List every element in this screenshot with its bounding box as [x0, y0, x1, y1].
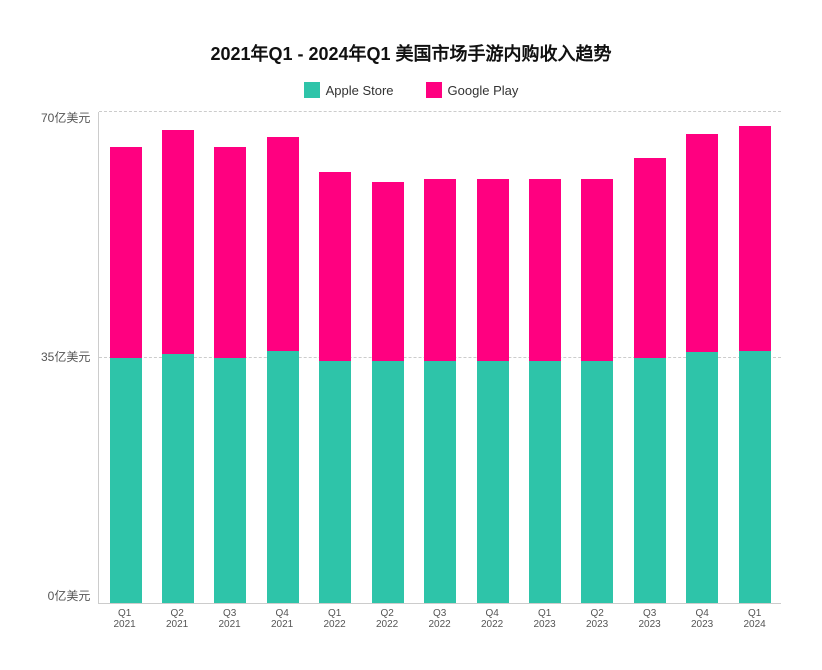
bar-apple-store [686, 352, 718, 603]
bar-apple-store [372, 361, 404, 603]
legend-google: Google Play [426, 82, 519, 98]
google-color-swatch [426, 82, 442, 98]
bar-group [214, 112, 246, 603]
x-label: Q2 2022 [371, 608, 403, 630]
x-label: Q2 2021 [161, 608, 193, 630]
bar-apple-store [739, 351, 771, 604]
bar-google-play [529, 179, 561, 361]
bar-stack [319, 172, 351, 603]
apple-color-swatch [304, 82, 320, 98]
x-label: Q1 2023 [529, 608, 561, 630]
bar-stack [162, 130, 194, 603]
legend-apple: Apple Store [304, 82, 394, 98]
x-labels: Q1 2021 Q2 2021 Q3 2021 Q4 2021 Q1 2022 Q2 20… [98, 604, 781, 630]
bar-stack [372, 182, 404, 603]
bar-group [372, 112, 404, 603]
bar-google-play [214, 147, 246, 357]
bar-stack [214, 147, 246, 603]
bar-group [634, 112, 666, 603]
bar-google-play [424, 179, 456, 361]
bar-group [424, 112, 456, 603]
bars-row [99, 112, 781, 603]
bar-apple-store [214, 358, 246, 604]
bar-stack [686, 134, 718, 603]
bar-apple-store [634, 358, 666, 604]
x-label: Q1 2024 [739, 608, 771, 630]
chart-title: 2021年Q1 - 2024年Q1 美国市场手游内购收入趋势 [210, 40, 611, 66]
bar-group [529, 112, 561, 603]
bar-group [581, 112, 613, 603]
bar-stack [424, 179, 456, 603]
bar-stack [529, 179, 561, 603]
legend: Apple Store Google Play [304, 82, 519, 98]
bar-google-play [372, 182, 404, 361]
google-label: Google Play [448, 83, 519, 98]
bar-google-play [110, 147, 142, 357]
bar-group [686, 112, 718, 603]
chart-container: 2021年Q1 - 2024年Q1 美国市场手游内购收入趋势 Apple Sto… [21, 20, 801, 650]
x-label: Q1 2021 [109, 608, 141, 630]
bar-google-play [477, 179, 509, 361]
y-label-mid: 35亿美元 [41, 351, 90, 363]
bar-stack [581, 179, 613, 603]
bar-group [319, 112, 351, 603]
bar-google-play [267, 137, 299, 351]
bar-group [110, 112, 142, 603]
x-label: Q4 2023 [686, 608, 718, 630]
y-label-bottom: 0亿美元 [48, 590, 91, 602]
chart-area: 70亿美元 35亿美元 0亿美元 Q1 2021 Q2 2021 Q3 2021 Q4… [41, 112, 781, 630]
x-label: Q4 2022 [476, 608, 508, 630]
bars-wrapper [98, 112, 781, 604]
x-label: Q3 2021 [214, 608, 246, 630]
bar-stack [267, 137, 299, 603]
bar-apple-store [581, 361, 613, 603]
x-label: Q2 2023 [581, 608, 613, 630]
bar-google-play [319, 172, 351, 361]
x-label: Q4 2021 [266, 608, 298, 630]
bar-apple-store [424, 361, 456, 603]
bar-stack [110, 147, 142, 603]
bar-google-play [162, 130, 194, 354]
bars-area: Q1 2021 Q2 2021 Q3 2021 Q4 2021 Q1 2022 Q2 20… [98, 112, 781, 630]
x-label: Q3 2023 [634, 608, 666, 630]
bar-stack [477, 179, 509, 603]
bar-apple-store [162, 354, 194, 603]
bar-apple-store [529, 361, 561, 603]
bar-google-play [739, 126, 771, 350]
apple-label: Apple Store [326, 83, 394, 98]
bar-group [477, 112, 509, 603]
x-label: Q3 2022 [424, 608, 456, 630]
bar-group [162, 112, 194, 603]
y-axis: 70亿美元 35亿美元 0亿美元 [41, 112, 98, 630]
x-label: Q1 2022 [319, 608, 351, 630]
bar-google-play [581, 179, 613, 361]
bar-google-play [686, 134, 718, 351]
bar-group [739, 112, 771, 603]
bar-apple-store [110, 358, 142, 604]
y-label-top: 70亿美元 [41, 112, 90, 124]
bar-group [267, 112, 299, 603]
bar-stack [634, 158, 666, 603]
bar-apple-store [267, 351, 299, 604]
bar-apple-store [319, 361, 351, 603]
bar-stack [739, 126, 771, 603]
bar-apple-store [477, 361, 509, 603]
bar-google-play [634, 158, 666, 358]
